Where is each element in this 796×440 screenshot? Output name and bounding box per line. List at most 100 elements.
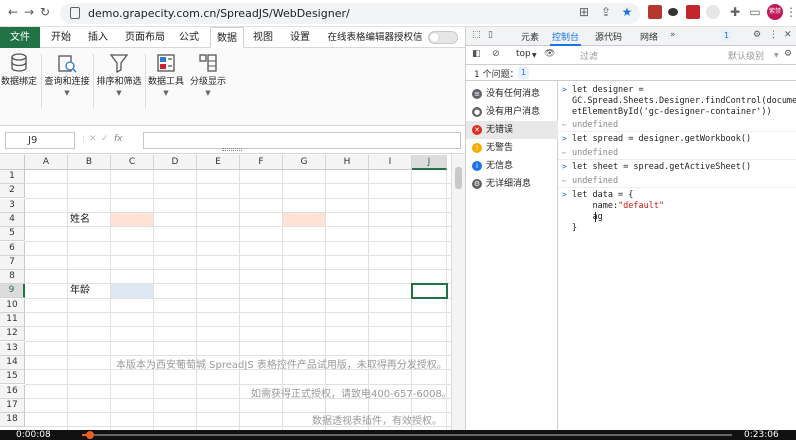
tab-icon[interactable]: ▭ xyxy=(748,5,762,19)
row-header-9[interactable]: 9 xyxy=(0,284,25,299)
tab-formulas[interactable]: 公式 xyxy=(174,27,204,48)
row-header-18[interactable]: 18 xyxy=(0,413,25,428)
active-cell-selection[interactable] xyxy=(411,283,448,299)
column-header-f[interactable]: F xyxy=(240,155,283,170)
cell-b4[interactable]: 姓名 xyxy=(70,213,90,227)
extension-icon[interactable] xyxy=(648,5,662,19)
log-level-select[interactable]: 默认级别 xyxy=(728,49,764,62)
row-header-10[interactable]: 10 xyxy=(0,298,25,313)
fx-icon[interactable]: fx xyxy=(114,134,123,144)
extension-icon[interactable] xyxy=(686,5,700,19)
tab-license-info[interactable]: 在线表格编辑器授权信息 xyxy=(324,27,426,64)
name-box[interactable]: J9 xyxy=(5,132,75,149)
menu-dots-icon[interactable]: ⋮ xyxy=(784,5,796,19)
data-tools-button[interactable]: 数据工具 ▼ xyxy=(147,52,185,97)
context-select[interactable]: top xyxy=(516,49,531,59)
data-binding-button[interactable]: 数据绑定 xyxy=(0,52,38,87)
tab-file[interactable]: 文件 xyxy=(0,27,40,48)
confirm-icon[interactable]: ✓ xyxy=(101,134,109,144)
clear-console-icon[interactable]: ⊘ xyxy=(492,49,500,59)
column-header-i[interactable]: I xyxy=(369,155,412,170)
tab-network[interactable]: 网络 xyxy=(640,30,658,43)
query-connections-button[interactable]: 查询和连接 ▼ xyxy=(44,52,90,97)
translate-icon[interactable]: ⊞ xyxy=(577,5,591,19)
row-header-11[interactable]: 11 xyxy=(0,313,25,327)
back-arrow-icon[interactable]: ← xyxy=(8,5,18,19)
row-header-13[interactable]: 13 xyxy=(0,341,25,356)
tab-insert[interactable]: 插入 xyxy=(80,27,116,48)
sort-filter-button[interactable]: 排序和筛选 ▼ xyxy=(96,52,142,97)
tab-page-layout[interactable]: 页面布局 xyxy=(118,27,172,48)
reload-icon[interactable]: ↻ xyxy=(40,5,50,19)
column-header-g[interactable]: G xyxy=(283,155,326,170)
more-icon[interactable]: ⋮ xyxy=(80,135,87,143)
column-header-b[interactable]: B xyxy=(68,155,111,170)
tab-view[interactable]: 视图 xyxy=(248,27,278,48)
avatar[interactable]: 紫禁 xyxy=(767,4,783,20)
console-filter-item[interactable]: ≡ 没有任何消息 xyxy=(466,85,558,103)
menu-dots-icon[interactable]: ⋮ xyxy=(769,30,778,40)
more-tabs-icon[interactable]: » xyxy=(670,30,676,40)
console-filter-item[interactable]: ! 无警告 xyxy=(466,139,558,157)
column-header-c[interactable]: C xyxy=(111,155,154,170)
cell-b9[interactable]: 年龄 xyxy=(70,284,90,298)
console-filter-item[interactable]: i 无信息 xyxy=(466,157,558,175)
row-header-6[interactable]: 6 xyxy=(0,241,25,256)
console-filter-item[interactable]: ● 没有用户消息 xyxy=(466,103,558,121)
extension-icon[interactable] xyxy=(668,8,678,16)
vertical-scrollbar[interactable] xyxy=(451,155,465,430)
row-header-14[interactable]: 14 xyxy=(0,355,25,370)
column-header-d[interactable]: D xyxy=(154,155,197,170)
resize-handle[interactable] xyxy=(222,148,242,151)
row-header-8[interactable]: 8 xyxy=(0,270,25,285)
row-header-1[interactable]: 1 xyxy=(0,170,25,184)
console-filter-item[interactable]: ⚙ 无详细消息 xyxy=(466,175,558,193)
column-header-h[interactable]: H xyxy=(326,155,369,170)
row-header-4[interactable]: 4 xyxy=(0,212,25,227)
console-filter-item[interactable]: ✕ 无错误 xyxy=(466,121,558,139)
tab-elements[interactable]: 元素 xyxy=(521,30,539,43)
column-header-a[interactable]: A xyxy=(25,155,68,170)
ribbon-toggle[interactable] xyxy=(428,31,458,44)
row-header-5[interactable]: 5 xyxy=(0,227,25,242)
tab-sources[interactable]: 源代码 xyxy=(595,30,622,43)
column-header-j[interactable]: J xyxy=(412,155,447,170)
formula-input[interactable] xyxy=(143,132,461,149)
video-progress-bar[interactable] xyxy=(82,431,732,439)
gear-icon[interactable]: ⚙ xyxy=(784,49,792,59)
filter-input[interactable]: 过滤 xyxy=(580,49,598,62)
select-all-corner[interactable] xyxy=(0,155,25,170)
issues-label[interactable]: 1 个问题： xyxy=(474,67,519,80)
scrollbar-thumb[interactable] xyxy=(455,167,462,189)
eye-icon[interactable]: 👁 xyxy=(544,49,555,59)
bookmark-star-icon[interactable]: ★ xyxy=(620,5,634,19)
cell-g4[interactable] xyxy=(283,212,325,227)
issues-count-badge[interactable]: 1 xyxy=(721,30,733,42)
video-progress-knob[interactable] xyxy=(86,431,95,439)
extension-icon[interactable] xyxy=(706,5,720,19)
row-header-15[interactable]: 15 xyxy=(0,370,25,385)
close-icon[interactable]: ✕ xyxy=(784,30,792,40)
inspect-icon[interactable]: ⬚ xyxy=(472,30,481,40)
column-header-e[interactable]: E xyxy=(197,155,240,170)
row-header-2[interactable]: 2 xyxy=(0,184,25,199)
device-toolbar-icon[interactable]: ▯ xyxy=(488,30,493,40)
share-icon[interactable]: ⇪ xyxy=(599,5,613,19)
outline-button[interactable]: 分级显示 ▼ xyxy=(188,52,228,97)
console-output[interactable]: > let designer = GC.Spread.Sheets.Designer… xyxy=(558,81,796,430)
tab-home[interactable]: 开始 xyxy=(44,27,78,48)
tab-settings[interactable]: 设置 xyxy=(282,27,318,48)
cell-c9[interactable] xyxy=(111,284,153,298)
cancel-icon[interactable]: ✕ xyxy=(89,134,97,144)
row-header-7[interactable]: 7 xyxy=(0,255,25,270)
tab-console[interactable]: 控制台 xyxy=(549,30,582,46)
row-header-12[interactable]: 12 xyxy=(0,327,25,342)
tab-data[interactable]: 数据 xyxy=(210,27,244,48)
puzzle-icon[interactable]: ✚ xyxy=(728,5,742,19)
address-bar[interactable]: demo.grapecity.com.cn/SpreadJS/WebDesign… xyxy=(60,3,640,24)
issues-badge[interactable]: 1 xyxy=(518,67,530,79)
row-header-3[interactable]: 3 xyxy=(0,198,25,213)
forward-arrow-icon[interactable]: → xyxy=(24,5,34,19)
cell-c4[interactable] xyxy=(111,212,153,227)
row-header-16[interactable]: 16 xyxy=(0,384,25,399)
